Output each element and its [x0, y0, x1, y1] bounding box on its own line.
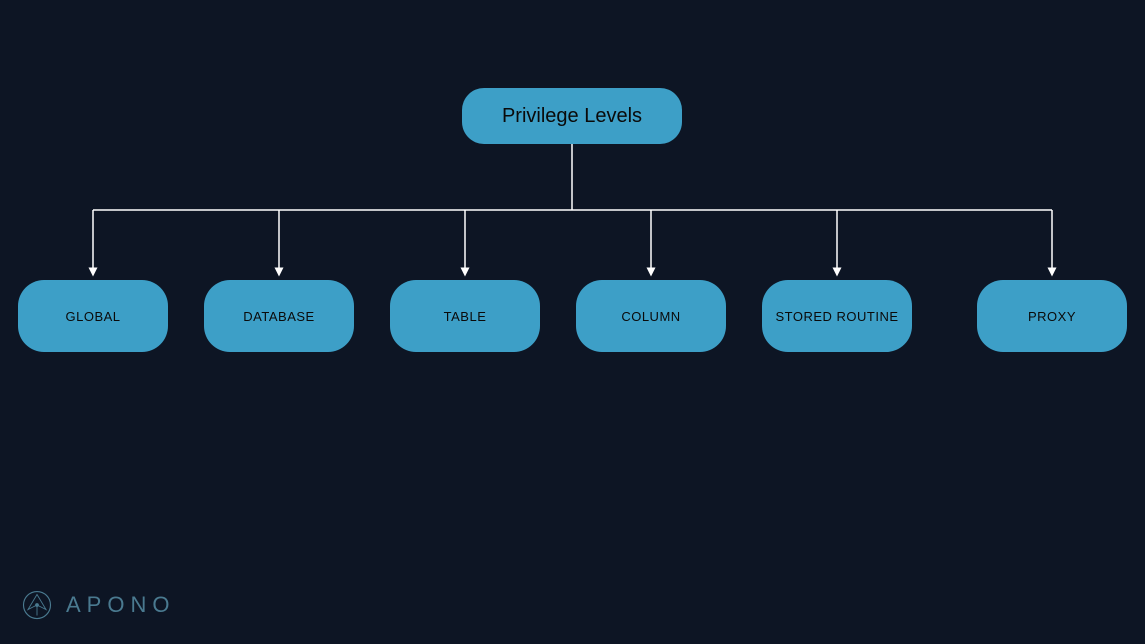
child-node-stored-routine: STORED ROUTINE: [762, 280, 912, 352]
apono-logo-icon: [22, 590, 52, 620]
child-node-label: STORED ROUTINE: [775, 309, 898, 324]
child-node-label: PROXY: [1028, 309, 1076, 324]
brand-name: APONO: [66, 592, 175, 618]
root-node-privilege-levels: Privilege Levels: [462, 88, 682, 144]
child-node-label: GLOBAL: [65, 309, 120, 324]
root-node-label: Privilege Levels: [502, 105, 642, 128]
child-node-column: COLUMN: [576, 280, 726, 352]
brand-logo: APONO: [22, 590, 175, 620]
child-node-table: TABLE: [390, 280, 540, 352]
child-node-database: DATABASE: [204, 280, 354, 352]
child-node-label: DATABASE: [243, 309, 314, 324]
child-node-proxy: PROXY: [977, 280, 1127, 352]
child-node-label: COLUMN: [621, 309, 680, 324]
child-node-label: TABLE: [444, 309, 487, 324]
child-node-global: GLOBAL: [18, 280, 168, 352]
